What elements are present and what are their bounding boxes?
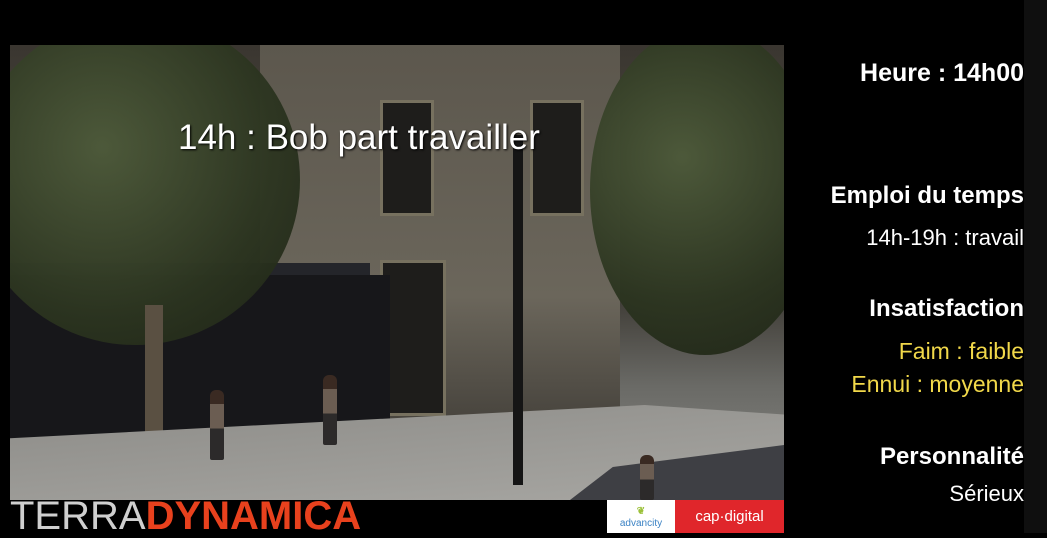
info-panel: Heure : 14h00 Emploi du temps 14h-19h : … — [784, 45, 1024, 535]
logo-dynamica: DYNAMICA — [145, 494, 362, 538]
boredom-value: Ennui : moyenne — [851, 371, 1024, 397]
advancity-label: advancity — [619, 518, 663, 529]
time-label: Heure : 14h00 — [860, 59, 1024, 87]
video-frame: 14h : Bob part travailler Heure : 14h00 … — [0, 0, 1047, 536]
footer-bar: TERRADYNAMICA ❦ advancity cap·digital — [10, 496, 784, 536]
pedestrian — [323, 375, 337, 445]
dissatisfaction-title: Insatisfaction — [869, 295, 1024, 322]
advancity-logo: ❦ advancity — [607, 500, 675, 533]
pedestrian — [210, 390, 224, 460]
logo-terra: TERRA — [10, 494, 146, 538]
street-scene-image — [10, 45, 784, 500]
capdigital-logo: cap·digital — [675, 500, 784, 533]
schedule-title: Emploi du temps — [830, 182, 1024, 209]
personality-value: Sérieux — [949, 481, 1024, 506]
video-caption: 14h : Bob part travailler — [178, 118, 540, 157]
personality-title: Personnalité — [879, 443, 1024, 470]
advancity-leaf-icon: ❦ — [636, 506, 646, 517]
street-pole — [513, 135, 523, 485]
pedestrian — [640, 455, 654, 500]
schedule-value: 14h-19h : travail — [866, 225, 1024, 250]
tree-trunk — [145, 305, 163, 445]
right-edge-bar — [1024, 0, 1047, 533]
terradynamica-logo: TERRADYNAMICA — [10, 496, 361, 536]
hunger-value: Faim : faible — [898, 338, 1024, 364]
